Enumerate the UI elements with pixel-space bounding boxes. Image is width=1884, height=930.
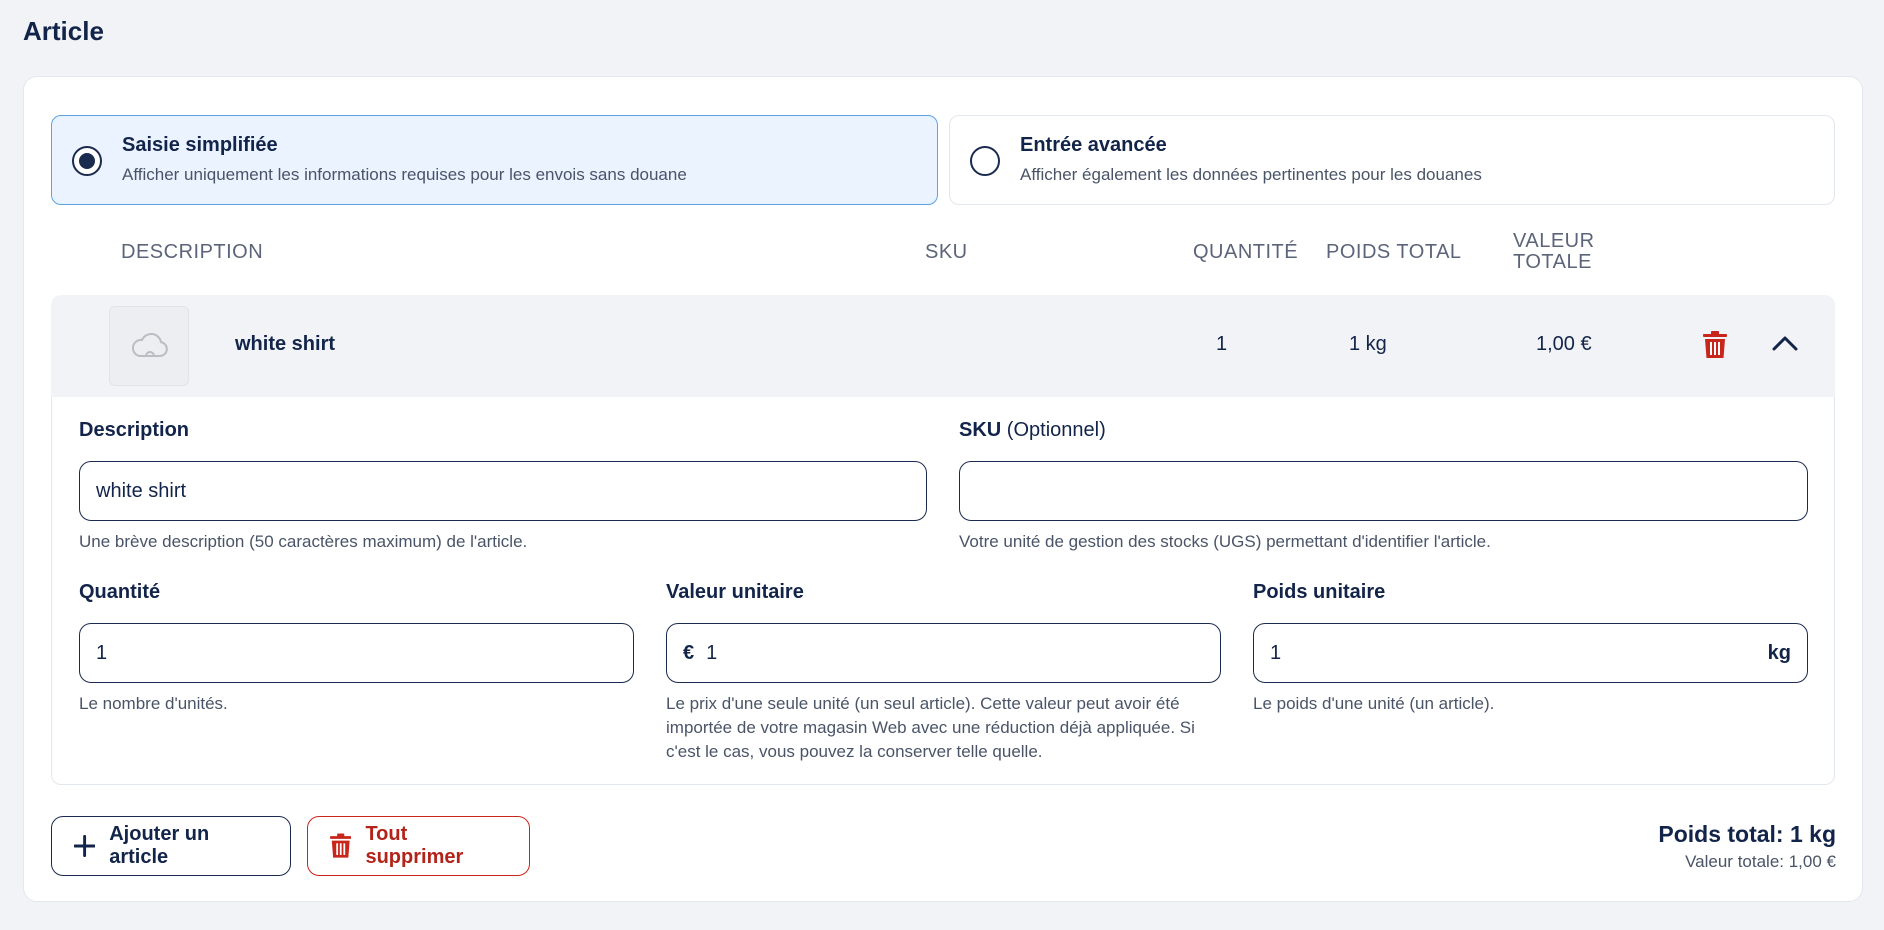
- euro-currency-icon: €: [683, 641, 695, 664]
- header-total-value: VALEUR TOTALE: [1513, 231, 1595, 273]
- add-article-button[interactable]: Ajouter un article: [51, 816, 291, 876]
- sku-help: Votre unité de gestion des stocks (UGS) …: [959, 532, 1491, 551]
- item-total-value: 1,00 €: [1536, 333, 1592, 355]
- item-details-panel: Description white shirt Une brève descri…: [51, 397, 1835, 785]
- delete-item-button[interactable]: [1703, 331, 1727, 364]
- delete-all-label: Tout supprimer: [365, 823, 464, 868]
- header-total-value-line2: TOTALE: [1513, 251, 1592, 273]
- unit-value-help: Le prix d'une seule unité (un seul artic…: [666, 692, 1226, 764]
- add-article-label: Ajouter un article: [109, 823, 210, 868]
- sku-label-text: SKU: [959, 419, 1002, 441]
- trash-icon: [1703, 331, 1727, 358]
- quantity-help: Le nombre d'unités.: [79, 694, 228, 713]
- unit-value-input[interactable]: € 1: [666, 623, 1221, 683]
- article-card: Saisie simplifiée Afficher uniquement le…: [23, 76, 1863, 902]
- unit-value-help-line: importée de votre magasin Web avec une r…: [666, 718, 1195, 737]
- header-total-value-line1: VALEUR: [1513, 230, 1595, 252]
- sku-input[interactable]: [959, 461, 1808, 521]
- unit-value-help-line: c'est le cas, vous pouvez la conserver t…: [666, 742, 1043, 761]
- chevron-up-icon: [1772, 336, 1798, 351]
- unit-weight-input-value: 1: [1270, 641, 1282, 664]
- unit-value-help-line: Le prix d'une seule unité (un seul artic…: [666, 694, 1180, 713]
- quantity-input[interactable]: 1: [79, 623, 634, 683]
- unit-value-label: Valeur unitaire: [666, 581, 804, 603]
- sku-label: SKU (Optionnel): [959, 419, 1106, 442]
- item-thumbnail: [109, 306, 189, 386]
- collapse-item-button[interactable]: [1772, 334, 1798, 357]
- plus-icon: [74, 835, 96, 857]
- trash-icon: [330, 833, 352, 858]
- mode-option-simplified[interactable]: Saisie simplifiée Afficher uniquement le…: [51, 115, 938, 205]
- cloud-icon: [131, 333, 168, 357]
- header-total-weight: POIDS TOTAL: [1326, 241, 1462, 263]
- radio-selected-icon[interactable]: [72, 146, 102, 176]
- unit-weight-input[interactable]: 1 kg: [1253, 623, 1808, 683]
- description-input-value: white shirt: [96, 479, 187, 502]
- description-label: Description: [79, 419, 190, 441]
- header-sku: SKU: [925, 241, 968, 263]
- mode-title: Saisie simplifiée: [122, 134, 278, 156]
- mode-option-advanced[interactable]: Entrée avancée Afficher également les do…: [949, 115, 1835, 205]
- mode-title: Entrée avancée: [1020, 134, 1167, 156]
- total-weight-summary: Poids total: 1 kg: [1658, 821, 1836, 847]
- description-input[interactable]: white shirt: [79, 461, 927, 521]
- item-row[interactable]: white shirt 1 1 kg 1,00 €: [51, 295, 1835, 397]
- description-help: Une brève description (50 caractères max…: [79, 532, 528, 551]
- unit-weight-label: Poids unitaire: [1253, 581, 1386, 603]
- quantity-label: Quantité: [79, 581, 161, 603]
- quantity-input-value: 1: [96, 641, 108, 664]
- item-name: white shirt: [235, 333, 336, 355]
- delete-all-button[interactable]: Tout supprimer: [307, 816, 530, 876]
- sku-optional-text: (Optionnel): [1006, 419, 1106, 441]
- unit-value-input-value: 1: [706, 641, 718, 664]
- mode-description: Afficher uniquement les informations req…: [122, 165, 687, 184]
- item-quantity: 1: [1216, 333, 1228, 355]
- page-title: Article: [23, 16, 104, 46]
- total-value-summary: Valeur totale: 1,00 €: [1685, 852, 1836, 871]
- header-quantity: QUANTITÉ: [1193, 241, 1299, 263]
- mode-description: Afficher également les données pertinent…: [1020, 165, 1482, 184]
- unit-weight-help: Le poids d'une unité (un article).: [1253, 694, 1495, 713]
- header-description: DESCRIPTION: [121, 241, 264, 263]
- unit-weight-suffix: kg: [1767, 641, 1791, 664]
- item-total-weight: 1 kg: [1349, 333, 1387, 355]
- radio-unselected-icon[interactable]: [970, 146, 1000, 176]
